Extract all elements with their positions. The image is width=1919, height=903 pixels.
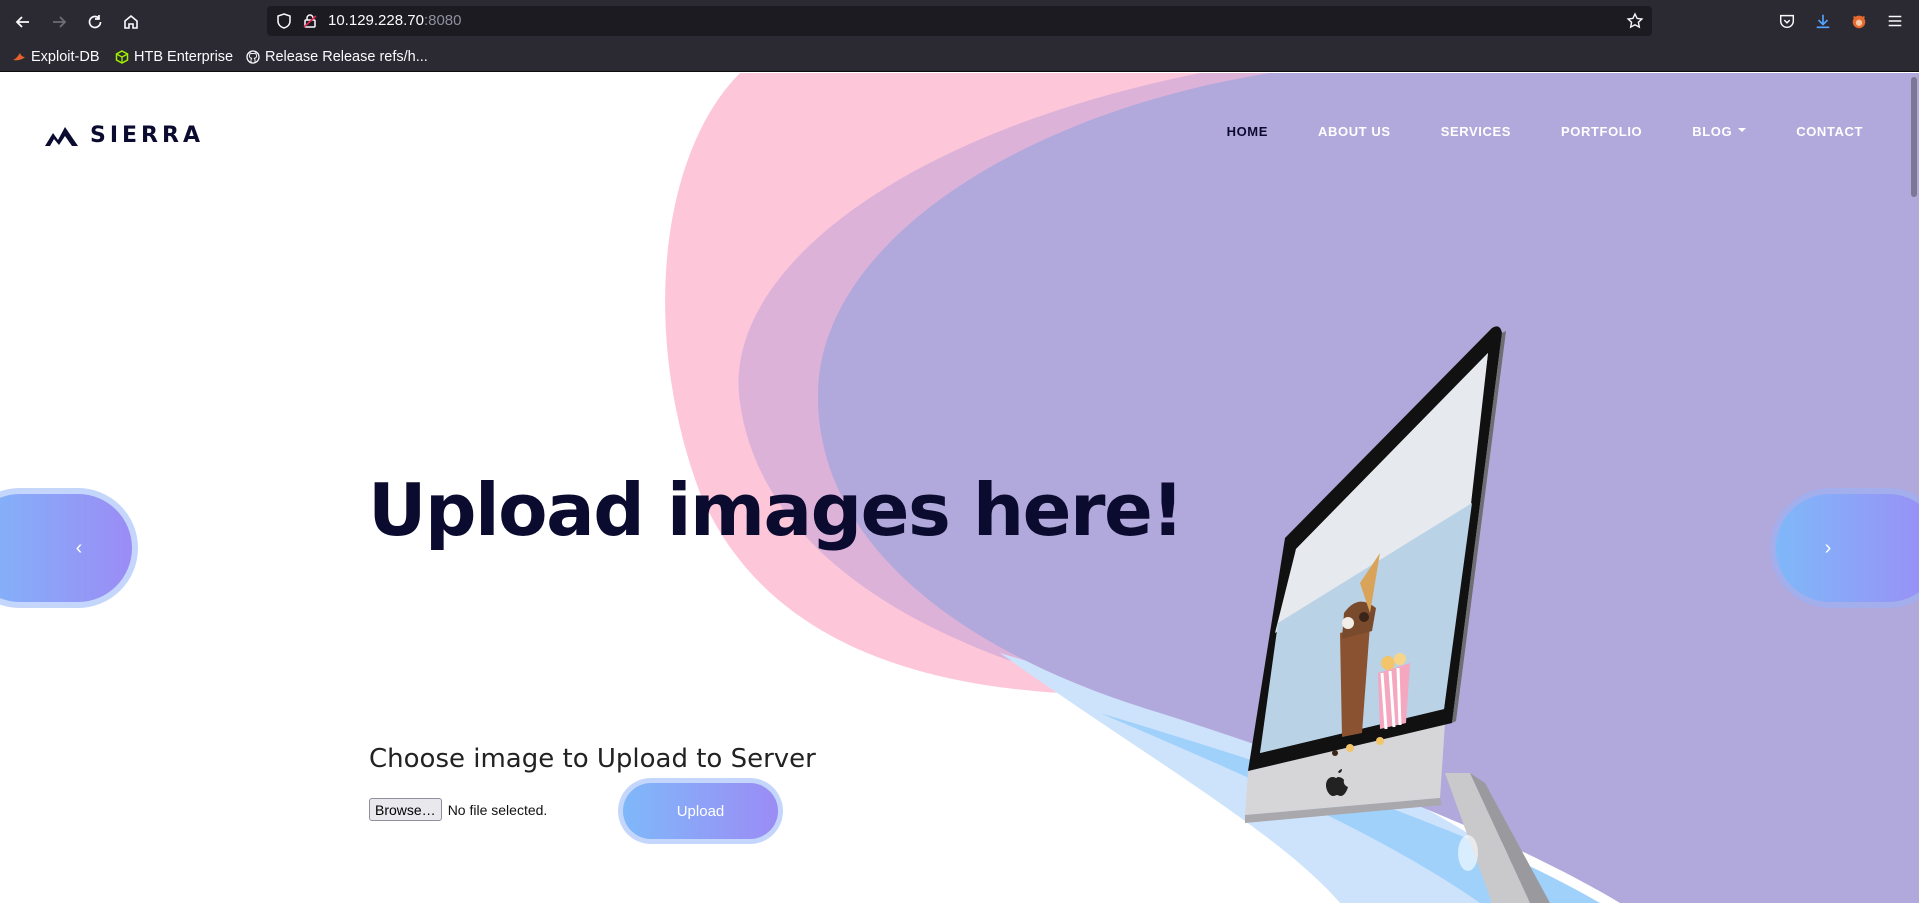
dropdown-caret-icon xyxy=(1738,128,1747,132)
url-host: 10.129.228.70 xyxy=(328,12,424,29)
imac-illustration xyxy=(1245,326,1550,903)
shield-icon[interactable] xyxy=(275,12,293,30)
insecure-lock-icon[interactable] xyxy=(301,12,319,30)
home-button[interactable] xyxy=(118,9,144,35)
nav-blog-label: BLOG xyxy=(1692,124,1733,139)
fox-extension-icon xyxy=(1852,15,1866,29)
home-icon xyxy=(124,14,138,29)
pocket-button[interactable] xyxy=(1777,11,1797,31)
nav-services[interactable]: SERVICES xyxy=(1441,124,1511,139)
reload-icon xyxy=(88,15,102,29)
upload-heading: Choose image to Upload to Server xyxy=(369,744,816,774)
site-logo[interactable]: SIERRA xyxy=(45,123,204,148)
bookmark-label: Exploit-DB xyxy=(31,49,100,65)
chevron-right-icon: › xyxy=(1824,536,1832,559)
chevron-left-icon: ‹ xyxy=(75,536,83,559)
reload-button[interactable] xyxy=(82,9,108,35)
page-scrollbar[interactable] xyxy=(1907,73,1919,903)
bookmark-exploit-db[interactable]: Exploit-DB xyxy=(12,49,100,65)
url-port: :8080 xyxy=(423,12,462,29)
carousel-next-button[interactable]: › xyxy=(1770,488,1919,608)
bookmark-star-icon[interactable] xyxy=(1626,12,1644,30)
file-input: Browse… No file selected. xyxy=(369,798,547,821)
htb-cube-icon xyxy=(115,50,129,64)
bookmark-htb-enterprise[interactable]: HTB Enterprise xyxy=(115,49,233,65)
address-bar[interactable]: 10.129.228.70:8080 xyxy=(267,6,1652,36)
nav-portfolio[interactable]: PORTFOLIO xyxy=(1561,124,1642,139)
url-text[interactable]: 10.129.228.70:8080 xyxy=(328,12,461,29)
app-menu-button[interactable] xyxy=(1885,11,1905,31)
back-button[interactable] xyxy=(10,9,36,35)
bookmark-release[interactable]: Release Release refs/h... xyxy=(246,49,428,65)
github-icon xyxy=(246,50,260,64)
download-icon xyxy=(1816,14,1830,29)
bookmarks-bar: Exploit-DB HTB Enterprise Release Releas… xyxy=(0,42,1919,72)
file-status-text: No file selected. xyxy=(447,801,548,818)
nav-blog[interactable]: BLOG xyxy=(1692,124,1747,139)
upload-button[interactable]: Upload xyxy=(618,778,783,844)
forward-arrow-icon xyxy=(53,16,67,28)
pocket-icon xyxy=(1779,14,1795,29)
hamburger-menu-icon xyxy=(1888,15,1902,27)
extension-button[interactable] xyxy=(1849,11,1869,31)
browser-toolbar: 10.129.228.70:8080 xyxy=(0,0,1919,42)
forward-button[interactable] xyxy=(46,9,72,35)
page-viewport: SIERRA HOME ABOUT US SERVICES PORTFOLIO … xyxy=(0,73,1919,903)
main-nav: HOME ABOUT US SERVICES PORTFOLIO BLOG CO… xyxy=(1177,124,1863,139)
bookmark-label: HTB Enterprise xyxy=(134,49,234,65)
bookmark-label: Release Release refs/h... xyxy=(265,49,428,65)
back-arrow-icon xyxy=(15,16,29,28)
carousel-prev-button[interactable]: ‹ xyxy=(0,488,138,608)
upload-button-label: Upload xyxy=(676,802,725,820)
downloads-button[interactable] xyxy=(1813,11,1833,31)
browse-button[interactable]: Browse… xyxy=(369,798,442,821)
nav-home[interactable]: HOME xyxy=(1227,124,1268,139)
nav-about-us[interactable]: ABOUT US xyxy=(1318,124,1391,139)
nav-contact[interactable]: CONTACT xyxy=(1796,124,1863,139)
mountain-logo-icon xyxy=(45,126,78,146)
brand-name: SIERRA xyxy=(90,123,204,148)
scrollbar-thumb[interactable] xyxy=(1911,77,1917,197)
exploit-db-icon xyxy=(13,53,25,61)
hero-title: Upload images here! xyxy=(368,468,1184,552)
